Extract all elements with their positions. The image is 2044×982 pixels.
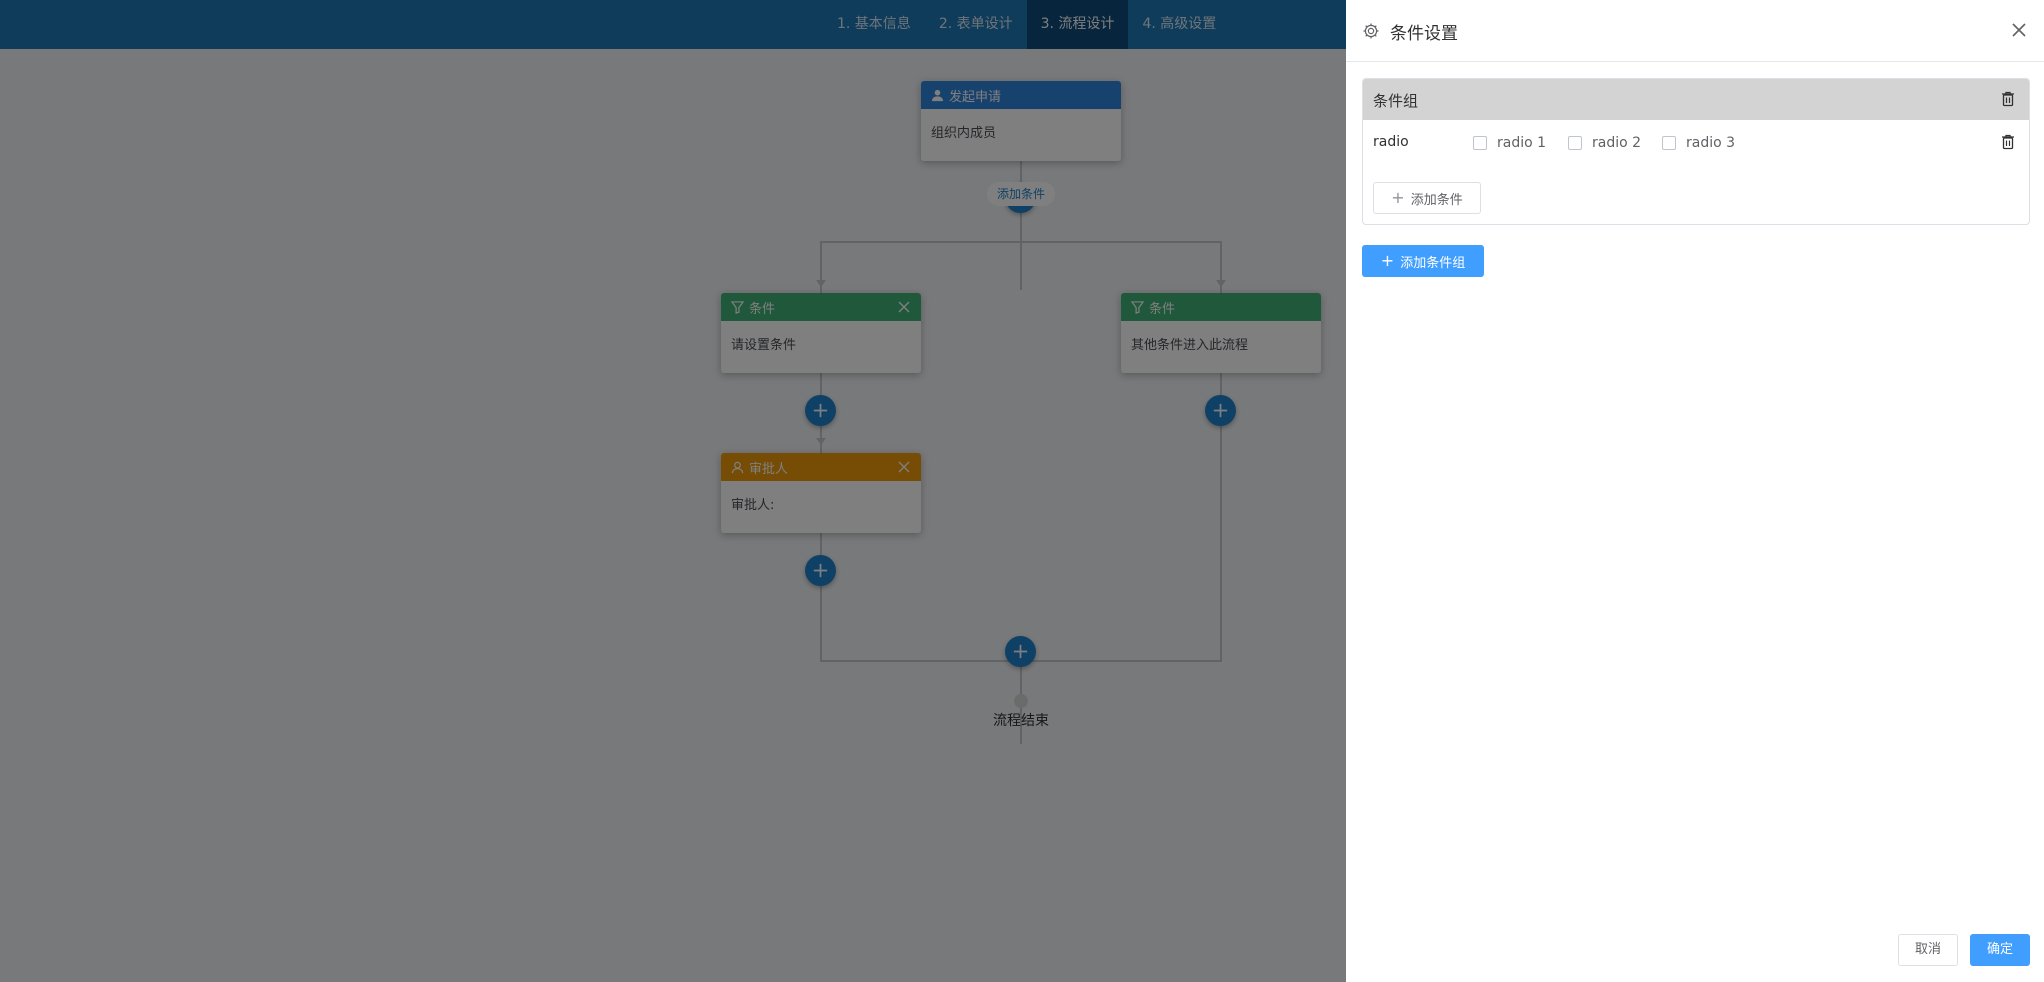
condition-group-header: 条件组 bbox=[1363, 79, 2029, 120]
cancel-button[interactable]: 取消 bbox=[1898, 934, 1958, 966]
condition-settings-drawer: 条件设置 条件组 radio radio 1 radio 2 radio 3 +… bbox=[1346, 0, 2044, 982]
checkbox[interactable] bbox=[1662, 136, 1676, 150]
checkbox[interactable] bbox=[1568, 136, 1582, 150]
condition-field-label: radio bbox=[1373, 134, 1409, 150]
option-radio-2[interactable]: radio 2 bbox=[1568, 135, 1641, 151]
add-condition-button[interactable]: + 添加条件 bbox=[1373, 182, 1481, 214]
trash-icon[interactable] bbox=[2001, 134, 2015, 150]
trash-icon[interactable] bbox=[2001, 91, 2015, 107]
gear-icon bbox=[1362, 22, 1380, 40]
condition-group: 条件组 radio radio 1 radio 2 radio 3 + 添加条件 bbox=[1362, 78, 2030, 225]
condition-group-title: 条件组 bbox=[1373, 92, 1419, 110]
checkbox[interactable] bbox=[1473, 136, 1487, 150]
confirm-button[interactable]: 确定 bbox=[1970, 934, 2030, 966]
close-icon[interactable] bbox=[2010, 21, 2028, 39]
add-condition-group-button[interactable]: + 添加条件组 bbox=[1362, 245, 1484, 277]
option-radio-3[interactable]: radio 3 bbox=[1662, 135, 1735, 151]
option-radio-1[interactable]: radio 1 bbox=[1473, 135, 1546, 151]
plus-icon: + bbox=[1380, 251, 1395, 270]
plus-icon: + bbox=[1391, 188, 1405, 207]
drawer-header: 条件设置 bbox=[1346, 0, 2044, 62]
drawer-title: 条件设置 bbox=[1390, 24, 1458, 44]
